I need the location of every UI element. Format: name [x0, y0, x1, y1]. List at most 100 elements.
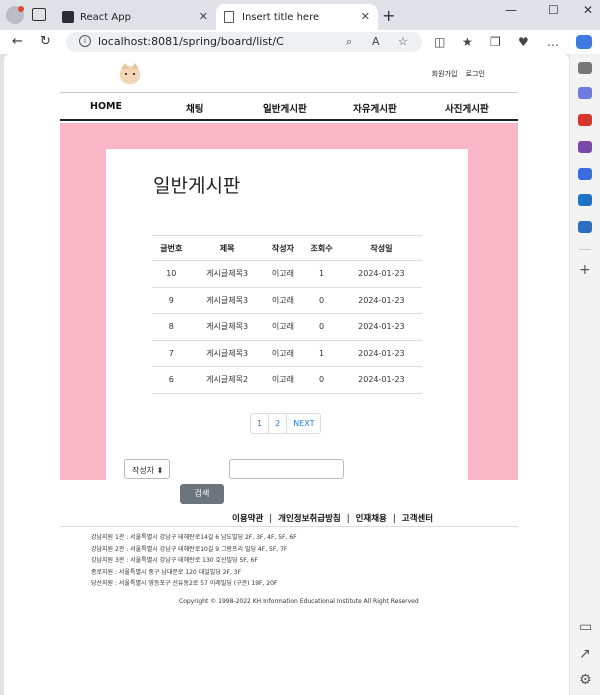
nav-free-board[interactable]: 자유게시판	[353, 101, 397, 115]
post-date: 2024-01-23	[340, 260, 422, 288]
open-external-icon[interactable]: ↗	[579, 646, 591, 662]
react-favicon-icon	[62, 11, 74, 23]
customer-center-link[interactable]: 고객센터	[402, 514, 433, 524]
post-author: 이고래	[263, 340, 303, 367]
collections-icon[interactable]: ❐	[490, 35, 501, 49]
close-window-button[interactable]: ✕	[583, 3, 593, 17]
post-number: 9	[152, 287, 191, 314]
post-title-link[interactable]: 게시글제목3	[190, 287, 264, 314]
close-tab-icon[interactable]: ✕	[199, 10, 208, 23]
nav-general-board[interactable]: 일반게시판	[263, 101, 307, 115]
signup-link[interactable]: 회원가입	[432, 70, 458, 78]
nav-photo-board[interactable]: 사진게시판	[445, 101, 489, 115]
post-title-link[interactable]: 게시글제목3	[190, 313, 264, 341]
shopping-tag-icon[interactable]	[578, 87, 592, 99]
tab-title: React App	[80, 11, 131, 23]
page-viewport: 회원가입 로그인 HOME 채팅 일반게시판 자유게시판 사진게시판 일반게시판…	[4, 54, 569, 695]
send-icon[interactable]	[578, 221, 592, 233]
close-tab-icon[interactable]: ✕	[361, 10, 370, 23]
address-bar-row: ← ↻ i localhost:8081/spring/board/list/C…	[0, 30, 600, 54]
careers-link[interactable]: 인재채용	[356, 514, 387, 524]
post-author: 이고래	[263, 313, 303, 341]
edge-sidebar: + ▭ ↗ ⚙	[570, 54, 600, 695]
site-info-icon[interactable]: i	[79, 35, 91, 47]
extensions-icon[interactable]: ♥	[518, 35, 529, 49]
site-header: 회원가입 로그인	[60, 54, 518, 94]
search-input[interactable]	[229, 459, 344, 479]
auth-links: 회원가입 로그인	[426, 69, 485, 79]
url-text[interactable]: localhost:8081/spring/board/list/C	[98, 35, 284, 48]
post-number: 10	[152, 260, 191, 288]
search-button[interactable]: 검색	[180, 484, 224, 504]
terms-link[interactable]: 이용약관	[232, 514, 263, 524]
page-title: 일반게시판	[153, 175, 241, 197]
sidebar-divider	[579, 249, 591, 250]
minimize-button[interactable]: —	[505, 3, 517, 17]
page-favicon-icon	[224, 11, 234, 23]
post-date: 2024-01-23	[340, 313, 422, 341]
new-tab-button[interactable]: +	[382, 6, 395, 25]
more-options-icon[interactable]: …	[547, 35, 559, 49]
page-link-1[interactable]: 1	[251, 414, 270, 433]
column-header: 작성자	[263, 235, 303, 261]
tab-title: Insert title here	[242, 11, 320, 23]
refresh-icon[interactable]: ↻	[40, 34, 51, 49]
back-arrow-icon[interactable]: ←	[12, 34, 23, 49]
tab-actions-icon[interactable]	[32, 8, 46, 21]
post-date: 2024-01-23	[340, 366, 422, 394]
branch-address: 종로지원 : 서울특별시 중구 남대문로 120 대일빌딩 2F, 3F	[91, 568, 242, 576]
read-aloud-icon[interactable]: A	[372, 35, 380, 48]
page-link-2[interactable]: 2	[269, 414, 288, 433]
search-type-select[interactable]: 작성자 ⬍	[124, 459, 170, 479]
branch-addresses: 강남지원 1관 : 서울특별시 강남구 테헤란로14길 6 남도빌딩 2F, 3…	[91, 532, 297, 590]
settings-gear-icon[interactable]: ⚙	[579, 672, 592, 688]
search-icon[interactable]	[578, 62, 592, 74]
split-screen-icon[interactable]: ◫	[434, 35, 445, 49]
post-author: 이고래	[263, 260, 303, 288]
zoom-icon[interactable]: ⌕	[346, 35, 352, 49]
table-row[interactable]: 7 게시글제목3 이고래 1 2024-01-23	[152, 340, 422, 367]
select-arrow-icon: ⬍	[156, 466, 164, 475]
favorites-icon[interactable]: ★	[462, 35, 473, 49]
tools-icon[interactable]	[578, 114, 592, 126]
post-title-link[interactable]: 게시글제목3	[190, 260, 264, 288]
nav-chat[interactable]: 채팅	[186, 101, 203, 115]
column-header: 작성일	[340, 235, 422, 261]
post-views: 1	[302, 340, 341, 367]
post-title-link[interactable]: 게시글제목2	[190, 366, 264, 394]
post-views: 0	[302, 313, 341, 341]
maximize-button[interactable]: ☐	[548, 3, 559, 17]
column-header: 조회수	[302, 235, 341, 261]
copilot-icon[interactable]	[576, 35, 592, 49]
post-author: 이고래	[263, 366, 303, 394]
microsoft365-icon[interactable]	[578, 168, 592, 180]
sidebar-panel-icon[interactable]: ▭	[579, 619, 592, 635]
board-table: 글번호 제목 작성자 조회수 작성일 10 게시글제목3 이고래 1 2024-…	[152, 235, 422, 394]
add-sidebar-icon[interactable]: +	[579, 262, 591, 278]
footer-separator: |	[392, 514, 396, 524]
games-icon[interactable]	[578, 141, 592, 153]
tab-react-app[interactable]: React App ✕	[54, 4, 216, 30]
post-views: 0	[302, 287, 341, 314]
copyright-text: Copyright © 1998-2022 KH Information Edu…	[179, 598, 419, 605]
privacy-link[interactable]: 개인정보취급방침	[278, 514, 341, 524]
favorite-star-icon[interactable]: ☆	[398, 35, 408, 48]
branch-address: 강남지원 2관 : 서울특별시 강남구 테헤란로10길 9 그랑프리 빌딩 4F…	[91, 545, 288, 553]
content-background: 일반게시판 글번호 제목 작성자 조회수 작성일 10 게시글제목3 이고래 1…	[60, 123, 518, 480]
table-row[interactable]: 8 게시글제목3 이고래 0 2024-01-23	[152, 313, 422, 341]
table-header-row: 글번호 제목 작성자 조회수 작성일	[152, 235, 422, 261]
nav-home[interactable]: HOME	[90, 101, 122, 112]
tab-insert-title[interactable]: Insert title here ✕	[216, 4, 378, 30]
table-row[interactable]: 9 게시글제목3 이고래 0 2024-01-23	[152, 287, 422, 314]
post-number: 6	[152, 366, 191, 394]
cat-logo-icon[interactable]	[120, 63, 140, 84]
branch-address: 당산지원 : 서울특별시 영등포구 선유동2로 57 이레빌딩 (구관) 19F…	[91, 580, 278, 587]
post-title-link[interactable]: 게시글제목3	[190, 340, 264, 367]
profile-avatar-icon[interactable]	[6, 6, 24, 24]
outlook-icon[interactable]	[578, 194, 592, 206]
post-date: 2024-01-23	[340, 340, 422, 367]
table-row[interactable]: 10 게시글제목3 이고래 1 2024-01-23	[152, 260, 422, 288]
table-row[interactable]: 6 게시글제목2 이고래 0 2024-01-23	[152, 366, 422, 394]
login-link[interactable]: 로그인	[466, 70, 485, 78]
next-page-link[interactable]: NEXT	[287, 414, 320, 433]
